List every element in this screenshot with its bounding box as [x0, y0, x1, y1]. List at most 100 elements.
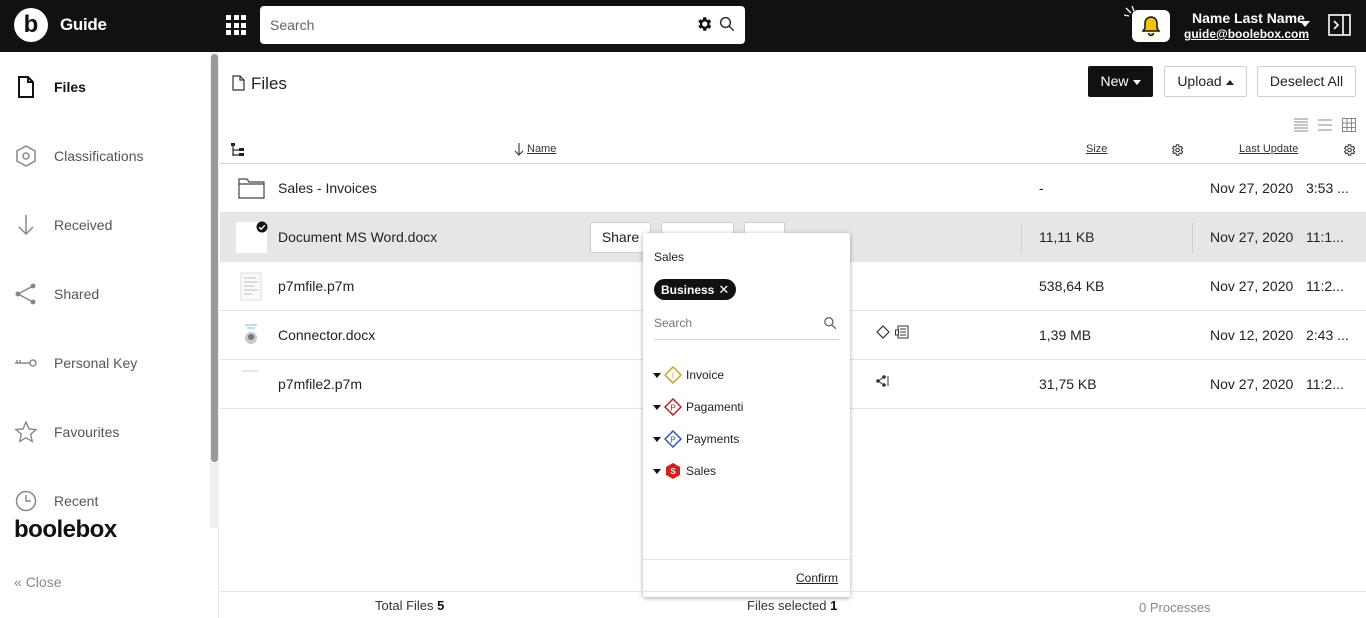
file-size: - — [1039, 180, 1044, 196]
file-name[interactable]: p7mfile2.p7m — [278, 376, 362, 392]
apps-grid-icon[interactable] — [226, 15, 246, 35]
file-time: 2:43 ... — [1306, 327, 1349, 343]
file-time: 11:2... — [1306, 278, 1344, 294]
table-row[interactable]: Sales - Invoices - Nov 27, 2020 3:53 ... — [220, 164, 1366, 213]
search-settings-icon[interactable] — [695, 15, 713, 33]
files-selected: Files selected 1 — [747, 598, 838, 613]
column-settings-gear-icon[interactable] — [1170, 143, 1184, 157]
share-button[interactable]: Share — [590, 222, 651, 253]
file-name[interactable]: Document MS Word.docx — [278, 229, 437, 245]
sidebar-item-label: Shared — [54, 286, 100, 302]
sidebar-item-label: Recent — [54, 493, 99, 509]
arrow-down-icon — [18, 215, 34, 236]
expand-caret-icon[interactable] — [653, 469, 661, 474]
list-view-icon[interactable] — [1318, 118, 1332, 132]
document-thumbnail — [240, 272, 262, 301]
file-time: 3:53 ... — [1306, 180, 1349, 196]
file-size: 538,64 KB — [1039, 278, 1105, 294]
file-size: 11,11 KB — [1039, 229, 1095, 245]
sidebar-item-classifications[interactable]: Classifications — [0, 136, 210, 176]
panel-toggle-icon[interactable] — [1328, 14, 1351, 36]
selected-check-icon[interactable] — [256, 221, 268, 233]
class-diamond-icon: P — [664, 398, 682, 416]
classification-label: Pagamenti — [686, 400, 744, 414]
column-header-size[interactable]: Size — [1086, 143, 1107, 155]
page-title: Files — [251, 74, 287, 93]
class-letter: I — [672, 372, 674, 381]
file-name[interactable]: Connector.docx — [278, 327, 375, 343]
search-icon[interactable] — [718, 15, 736, 33]
user-name[interactable]: Name Last Name — [1192, 10, 1305, 26]
top-bar: b Guide Name Last Name gui — [0, 0, 1366, 52]
selected-chip[interactable]: Business ✕ — [654, 279, 737, 300]
document-thumbnail — [242, 370, 258, 372]
column-divider — [1021, 223, 1022, 253]
sidebar-item-label: Received — [54, 217, 113, 233]
class-letter: S — [670, 467, 676, 476]
sort-arrow-down-icon[interactable] — [514, 143, 524, 156]
new-button[interactable]: New — [1088, 66, 1153, 97]
file-date: Nov 27, 2020 — [1210, 278, 1294, 294]
classification-label: Sales — [686, 464, 717, 478]
shared-link-icon[interactable] — [876, 374, 892, 388]
column-settings-gear-icon[interactable] — [1342, 143, 1356, 157]
remove-chip-icon[interactable]: ✕ — [718, 282, 729, 297]
app-logo[interactable]: b — [14, 8, 48, 42]
file-date: Nov 27, 2020 — [1210, 180, 1294, 196]
column-header-last-update[interactable]: Last Update — [1239, 143, 1298, 155]
sidebar-item-label: Personal Key — [54, 355, 138, 371]
expand-caret-icon[interactable] — [653, 437, 661, 442]
sidebar-item-received[interactable]: Received — [0, 205, 210, 245]
grid-view-icon[interactable] — [1342, 118, 1356, 132]
status-footer: Total Files 5 Files selected 1 0 Process… — [220, 591, 1366, 618]
search-input[interactable] — [270, 15, 670, 35]
file-date: Nov 27, 2020 — [1210, 376, 1294, 392]
sidebar-item-label: Classifications — [54, 148, 144, 164]
folder-icon — [238, 178, 265, 199]
sidebar-scrollbar[interactable] — [210, 52, 219, 528]
classification-label: Payments — [686, 432, 740, 446]
file-date: Nov 27, 2020 — [1210, 229, 1294, 245]
expand-caret-icon[interactable] — [653, 373, 661, 378]
processes-count[interactable]: 0 Processes — [1139, 600, 1211, 615]
file-icon — [232, 75, 245, 91]
classification-popup: Sales Business✕ I Invoice P Pag — [643, 233, 850, 597]
popup-title: Sales — [654, 250, 685, 264]
column-divider — [1192, 223, 1193, 253]
sidebar-item-shared[interactable]: Shared — [0, 274, 210, 314]
tree-view-icon[interactable] — [231, 143, 245, 158]
global-search — [260, 6, 745, 44]
popup-search-input[interactable] — [654, 316, 814, 330]
sidebar: Files Classifications Received Shared Pe… — [0, 52, 219, 618]
app-title: Guide — [60, 15, 107, 34]
class-diamond-icon: P — [664, 430, 682, 448]
search-icon[interactable] — [823, 316, 837, 330]
sidebar-item-files[interactable]: Files — [0, 67, 210, 107]
close-sidebar-button[interactable]: « Close — [14, 574, 61, 590]
diamond-tag-icon[interactable] — [876, 325, 890, 339]
share-icon — [15, 283, 36, 305]
sidebar-item-personal-key[interactable]: Personal Key — [0, 343, 210, 383]
user-menu-chevron-icon[interactable] — [1300, 21, 1310, 27]
class-letter: P — [670, 436, 675, 445]
double-chevron-left-icon: « — [14, 574, 22, 590]
file-name[interactable]: p7mfile.p7m — [278, 278, 354, 294]
user-email[interactable]: guide@boolebox.com — [1184, 27, 1309, 41]
upload-button[interactable]: Upload — [1164, 66, 1247, 97]
form-icon[interactable] — [895, 325, 909, 339]
column-header-name[interactable]: Name — [527, 143, 556, 155]
file-name[interactable]: Sales - Invoices — [278, 180, 377, 196]
sidebar-item-label: Favourites — [54, 424, 120, 440]
key-icon — [15, 359, 37, 367]
sidebar-item-favourites[interactable]: Favourites — [0, 412, 210, 452]
file-time: 11:1... — [1306, 229, 1344, 245]
deselect-all-button[interactable]: Deselect All — [1257, 66, 1356, 97]
file-date: Nov 12, 2020 — [1210, 327, 1294, 343]
notifications-button[interactable] — [1132, 10, 1170, 42]
total-files: Total Files 5 — [375, 598, 445, 613]
confirm-button[interactable]: Confirm — [796, 571, 838, 585]
sidebar-item-recent[interactable]: Recent — [0, 481, 210, 521]
classification-label: Invoice — [686, 368, 725, 382]
expand-caret-icon[interactable] — [653, 405, 661, 410]
compact-list-view-icon[interactable] — [1294, 118, 1308, 132]
